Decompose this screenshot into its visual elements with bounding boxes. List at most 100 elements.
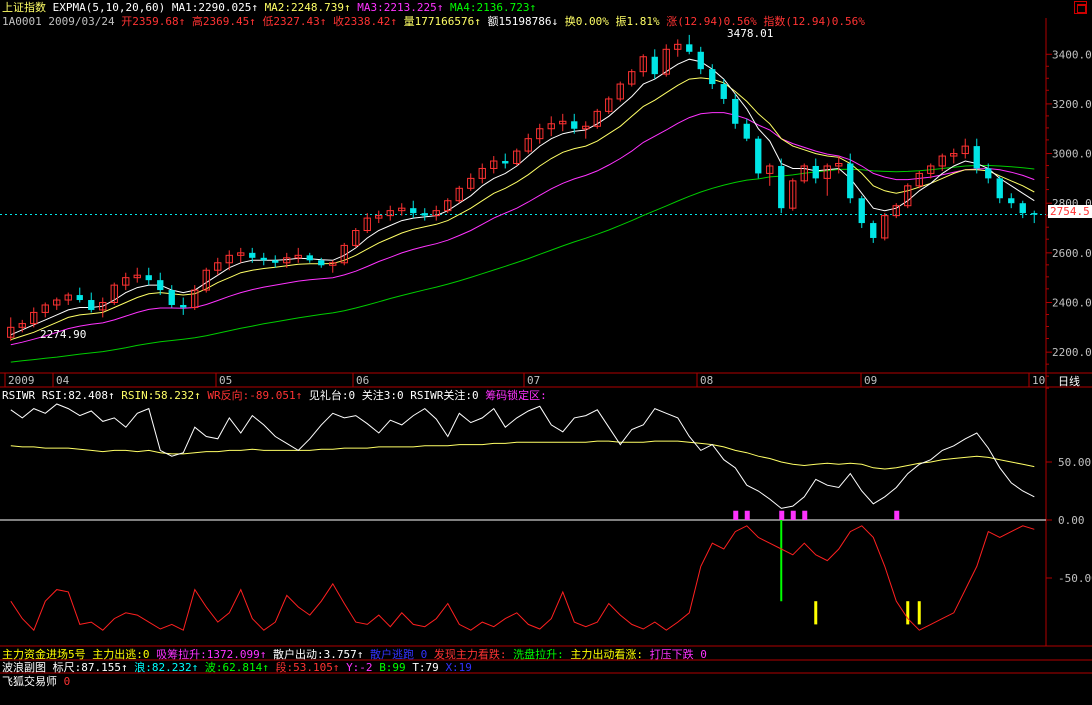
candle-body-down <box>88 300 95 310</box>
amplitude-value: 振1.81% <box>615 15 660 28</box>
candle-body-down <box>973 146 980 169</box>
footer-row2-item: X:19 <box>445 661 472 674</box>
rsi-indicator <box>10 403 1035 632</box>
footer-row1-item: 散户逃跑 0 <box>369 648 434 661</box>
time-tick-label: 06 <box>356 374 369 387</box>
footer-row1-item: 吸筹拉升:1372.099↑ <box>156 648 273 661</box>
candle-body-down <box>858 198 865 224</box>
candle-body-down <box>410 208 417 214</box>
footer-row1-item: 主力出逃:0 <box>92 648 157 661</box>
candle-body-down <box>778 165 785 209</box>
candle-body-down <box>755 138 762 174</box>
period-button[interactable]: 日线 <box>1058 375 1080 388</box>
y-ticks: 3400.003200.003000.002800.002600.002400.… <box>1046 48 1092 585</box>
candle-body-down <box>996 178 1003 199</box>
candle-body-down <box>306 255 313 261</box>
price-tick-label: 3200.00 <box>1052 98 1092 111</box>
candle-body-down <box>260 257 267 261</box>
time-tick-label: 10 <box>1032 374 1045 387</box>
magenta-signal-bar <box>894 510 900 520</box>
footer-row1-item: 主力资金进场5号 <box>2 648 93 661</box>
ma3-value: MA3:2213.225↑ <box>357 1 444 14</box>
rsin-line <box>10 440 1035 470</box>
price-tick-label: 2200.00 <box>1052 346 1092 359</box>
candle-body-down <box>421 213 428 216</box>
candles <box>7 34 1038 341</box>
footer-row1-item: 洗盘拉升: <box>513 648 571 661</box>
candle-body-down <box>168 290 175 305</box>
footer-row1-item: 主力出动看涨: <box>570 648 650 661</box>
rsi-title[interactable]: RSIWR <box>2 389 35 402</box>
footer-row2-item: 波:62.814↑ <box>204 661 276 674</box>
footer-row3-item: 0 <box>63 675 71 688</box>
expma4-line <box>10 165 1035 363</box>
indicator-name[interactable]: EXPMA(5,10,20,60) <box>53 1 166 14</box>
expma-lines <box>10 58 1035 363</box>
low-price-label: 2274.90 <box>40 328 87 341</box>
magenta-signal-bar <box>744 510 750 520</box>
magenta-signal-bar <box>790 510 796 520</box>
footer-row1-item: 打压下跌 0 <box>649 648 707 661</box>
header-row: 上证指数 EXPMA(5,10,20,60) MA1:2290.025↑ MA2… <box>2 1 536 14</box>
high-price-label: 3478.01 <box>727 27 774 40</box>
price-tick-label: 3400.00 <box>1052 48 1092 61</box>
footer-row1-item: 发现主力看跌: <box>433 648 514 661</box>
maximize-icon[interactable] <box>1074 1 1087 14</box>
high-value: 高2369.45↑ <box>191 15 256 28</box>
rsiwr-guanzhu-value: RSIWR关注:0 <box>410 389 479 402</box>
price-tick-label: 2400.00 <box>1052 296 1092 309</box>
footer-row1-item: 散户出动:3.757↑ <box>272 648 370 661</box>
time-tick-label: 05 <box>219 374 232 387</box>
footer-row2-item: 浪:82.232↑ <box>134 661 205 674</box>
low-value: 低2327.43↑ <box>262 15 327 28</box>
index-name: 上证指数 <box>2 1 46 14</box>
candle-body-down <box>743 123 750 139</box>
price-tick-label: 3000.00 <box>1052 148 1092 161</box>
candle-body-down <box>847 163 854 199</box>
candle-body-down <box>686 44 693 52</box>
main-chart: 3400.003200.003000.002800.002600.002400.… <box>0 18 1092 674</box>
open-value: 开2359.68↑ <box>121 15 186 28</box>
time-tick-label: 08 <box>700 374 713 387</box>
candle-body-down <box>157 280 164 291</box>
amount-value: 额15198786↓ <box>487 15 559 28</box>
rsi-line <box>10 403 1035 509</box>
candle-body-down <box>318 260 325 266</box>
time-tick-label: 04 <box>56 374 70 387</box>
price-tick-label: 2600.00 <box>1052 247 1092 260</box>
footer-row2-item: 段:53.105↑ <box>275 661 347 674</box>
x-ticks: 2009 04 05 06 07 08 09 10 <box>4 373 1045 387</box>
candle-body-down <box>812 165 819 179</box>
volume-value: 量177166576↑ <box>403 15 481 28</box>
ma4-value: MA4:2136.723↑ <box>450 1 537 14</box>
candle-body-down <box>1031 213 1038 215</box>
candle-body-down <box>651 56 658 75</box>
expma3-line <box>10 112 1035 346</box>
candle-body-down <box>272 260 279 263</box>
magenta-signal-bar <box>802 510 808 520</box>
candle-body-down <box>180 304 187 308</box>
footer-row2-item: T:79 <box>412 661 446 674</box>
rsi-tick-label: -50.00 <box>1058 572 1092 585</box>
candle-body-down <box>709 69 716 85</box>
candle-body-down <box>870 223 877 238</box>
close-value: 收2338.42↑ <box>333 15 398 28</box>
candle-body-down <box>720 84 727 99</box>
candle-body-down <box>1019 203 1026 214</box>
footer-row-1: 主力资金进场5号 主力出逃:0 吸筹拉升:1372.099↑ 散户出动:3.75… <box>2 648 707 661</box>
candle-body-down <box>732 98 739 124</box>
footer-row-3: 飞狐交易师 0 <box>2 675 70 688</box>
chouma-label: 筹码锁定区: <box>485 389 547 402</box>
candle-body-down <box>76 295 83 301</box>
footer-row2-item: B:99 <box>379 661 413 674</box>
rsi-header: RSIWR RSI:82.408↑ RSIN:58.232↑ WR反向:-89.… <box>2 389 547 402</box>
rsi-tick-label: 0.00 <box>1058 514 1085 527</box>
candle-body-down <box>571 121 578 129</box>
ma1-value: MA1:2290.025↑ <box>171 1 258 14</box>
magenta-signal-bar <box>779 510 785 520</box>
ma2-value: MA2:2248.739↑ <box>264 1 351 14</box>
candle-body-down <box>502 161 509 164</box>
candle-body-down <box>985 168 992 179</box>
footer-row2-item: 波浪副图 标尺:87.155↑ <box>2 661 135 674</box>
wr-line <box>10 525 1035 632</box>
